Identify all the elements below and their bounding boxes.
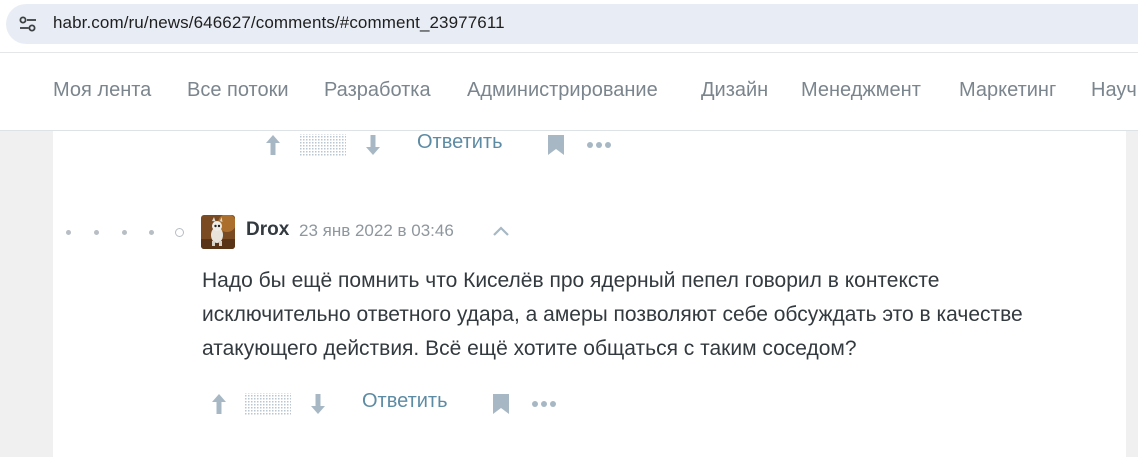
depth-dot [94,230,99,235]
comment-date[interactable]: 23 янв 2022 в 03:46 [299,221,454,241]
depth-dot-current[interactable] [175,228,184,237]
tune-icon[interactable] [19,16,37,32]
hub-navigation: Моя лента Все потоки Разработка Админист… [0,52,1138,131]
avatar-image [201,215,235,249]
reply-link[interactable]: Ответить [362,390,448,413]
nav-item-popsci[interactable]: Научпоп [1091,79,1138,102]
bookmark-icon[interactable] [547,134,565,156]
comment-author[interactable]: Drox [246,219,289,241]
nav-item-administration[interactable]: Администрирование [467,79,658,102]
score-placeholder [245,393,291,415]
arrow-up-icon[interactable] [264,133,282,157]
reply-link-previous[interactable]: Ответить [417,131,503,154]
chevron-up-icon[interactable] [492,224,510,238]
depth-dot [66,230,71,235]
address-bar[interactable]: habr.com/ru/news/646627/comments/#commen… [6,4,1138,44]
arrow-down-icon[interactable] [309,392,327,416]
more-dots-icon[interactable] [531,399,557,409]
nav-item-my-feed[interactable]: Моя лента [53,79,151,102]
bookmark-icon[interactable] [492,393,510,415]
more-dots-icon[interactable] [586,140,612,150]
thread-depth-indicator [63,225,188,239]
arrow-up-icon[interactable] [210,392,228,416]
nav-item-all-streams[interactable]: Все потоки [187,79,289,102]
browser-toolbar: habr.com/ru/news/646627/comments/#commen… [0,0,1138,52]
nav-item-design[interactable]: Дизайн [701,79,768,102]
comment-body: Надо бы ещё помнить что Киселёв про ядер… [202,269,1023,360]
score-placeholder [300,134,346,156]
depth-dot [149,230,154,235]
url-text[interactable]: habr.com/ru/news/646627/comments/#commen… [53,13,505,33]
avatar[interactable] [201,215,235,249]
nav-item-development[interactable]: Разработка [324,79,431,102]
arrow-down-icon[interactable] [364,133,382,157]
depth-dot [122,230,127,235]
nav-item-marketing[interactable]: Маркетинг [959,79,1056,102]
nav-item-management[interactable]: Менеджмент [801,79,921,102]
